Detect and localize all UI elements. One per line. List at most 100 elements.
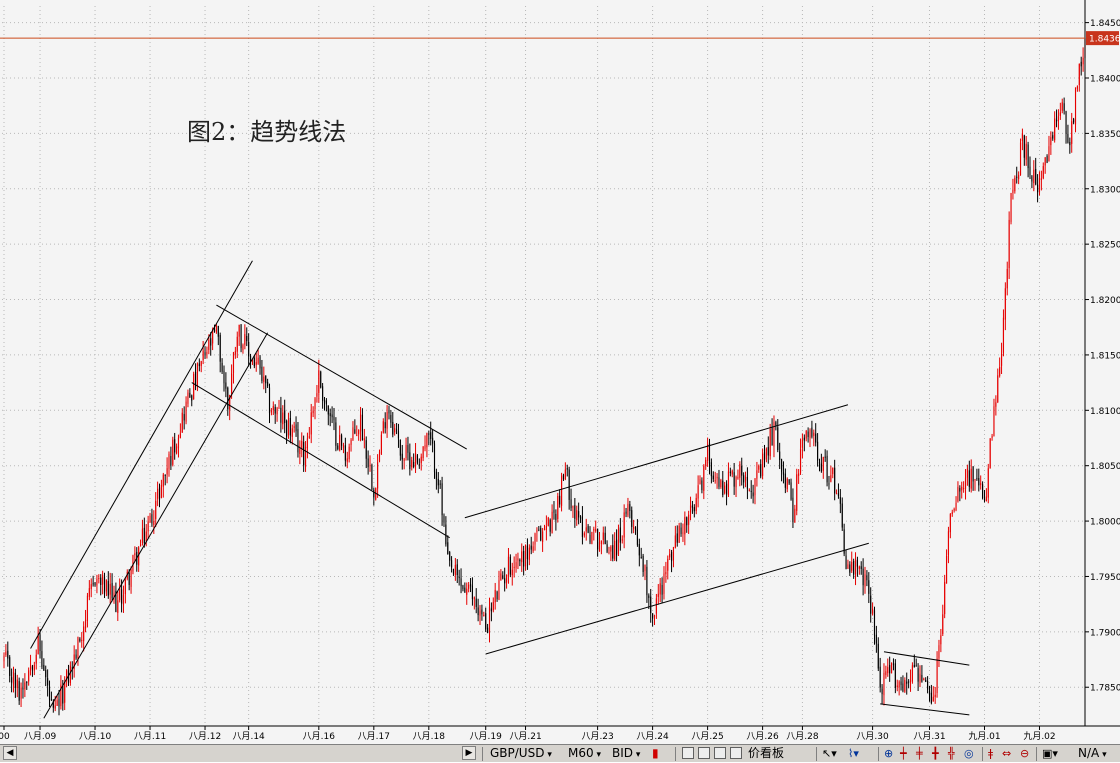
chevron-down-icon: ▾: [593, 750, 602, 760]
candle-body: [291, 428, 293, 437]
candle: [41, 640, 43, 670]
candle-body: [961, 486, 963, 491]
candle: [77, 636, 79, 666]
tool-icon-2[interactable]: ╪: [916, 746, 923, 761]
trendline[interactable]: [191, 382, 450, 539]
candle: [1046, 154, 1048, 164]
tool-icon-8[interactable]: ⊖: [1020, 746, 1029, 761]
candle: [107, 571, 109, 599]
tool-crosshair-icon[interactable]: [698, 747, 710, 759]
tool-icon-7[interactable]: ⇔: [1002, 746, 1011, 761]
candle: [1061, 98, 1063, 114]
trendline[interactable]: [880, 703, 970, 716]
candle: [617, 524, 620, 556]
candle: [162, 472, 164, 498]
candle: [1044, 156, 1046, 174]
tool-line-icon[interactable]: [730, 747, 742, 759]
candle: [322, 383, 324, 409]
candle: [454, 557, 456, 581]
candle-style-icon[interactable]: ▮: [652, 746, 659, 761]
candle: [86, 592, 89, 628]
draw-tool-icon[interactable]: ⌇▾: [848, 746, 859, 761]
status-selector[interactable]: N/A ▾: [1078, 746, 1107, 761]
candle-body: [28, 670, 30, 682]
candle-body: [1008, 219, 1010, 269]
symbol-selector[interactable]: GBP/USD ▾: [490, 746, 552, 761]
candle: [985, 488, 987, 502]
candle: [917, 663, 919, 692]
candle: [221, 358, 223, 375]
candle-body: [606, 544, 608, 552]
candle-body: [669, 553, 671, 558]
timeframe-selector[interactable]: M60 ▾: [568, 746, 601, 761]
candle-body: [267, 382, 269, 387]
candle: [936, 651, 938, 698]
candle: [90, 578, 92, 598]
candle: [1063, 97, 1065, 115]
candle: [665, 561, 667, 583]
price-panel-button[interactable]: 价看板: [748, 746, 784, 761]
candle-body: [158, 487, 161, 500]
tool-grid-icon[interactable]: [714, 747, 726, 759]
candle: [699, 475, 701, 485]
candle-body: [54, 705, 56, 709]
candle: [403, 457, 405, 470]
trendline[interactable]: [883, 651, 970, 666]
candle-body: [536, 530, 538, 532]
tool-icon-5[interactable]: ◎: [964, 746, 974, 761]
candle-body: [858, 566, 860, 569]
candle-body: [293, 426, 295, 428]
tool-icon-3[interactable]: ╋: [932, 746, 939, 761]
candle-body: [782, 472, 785, 475]
candle: [538, 526, 540, 532]
zoom-icon[interactable]: ⊕: [884, 746, 893, 761]
candle-body: [798, 473, 800, 476]
candle-body: [523, 550, 525, 567]
candle-body: [701, 480, 703, 491]
scroll-left-button[interactable]: ◀: [3, 746, 17, 760]
trendline[interactable]: [485, 542, 869, 655]
candle: [898, 680, 900, 696]
candle: [841, 497, 843, 531]
candle: [904, 677, 906, 693]
candle: [84, 609, 87, 633]
candle: [640, 547, 642, 559]
candle: [1052, 131, 1054, 141]
trendline[interactable]: [30, 260, 253, 649]
scroll-right-button[interactable]: ▶: [462, 746, 476, 760]
candle-body: [382, 421, 384, 433]
tool-icon-6[interactable]: ǂ: [988, 746, 993, 761]
candle-body: [1031, 176, 1033, 182]
pointer-tool-icon[interactable]: ↖▾: [822, 746, 837, 761]
candle-body: [551, 511, 553, 534]
chevron-down-icon: ▾: [1099, 750, 1107, 760]
candle: [487, 623, 489, 634]
candle: [703, 464, 705, 500]
candle: [655, 593, 657, 619]
candle: [327, 405, 329, 426]
candle: [310, 403, 312, 444]
price-type-selector[interactable]: BID ▾: [612, 746, 640, 761]
candle-body: [881, 688, 883, 695]
tool-icon-4[interactable]: ╬: [948, 746, 955, 761]
layout-icon[interactable]: ▣▾: [1042, 746, 1058, 761]
candle: [16, 674, 18, 698]
candle: [504, 567, 506, 592]
candle: [997, 368, 999, 404]
candle-body: [1080, 61, 1082, 67]
candle-body: [33, 664, 35, 671]
trendline[interactable]: [464, 404, 849, 519]
candle: [401, 444, 403, 470]
candle: [185, 396, 187, 425]
candle-body: [380, 434, 382, 454]
candle-body: [1057, 116, 1060, 122]
candle: [447, 535, 449, 555]
x-tick-label: 00: [0, 732, 10, 742]
price-chart[interactable]: 1.8450 1.8400 1.8350 1.8300 1.8250 1.8200 1.81…: [0, 0, 1120, 744]
tool-cursor-icon[interactable]: [682, 747, 694, 759]
candle: [1033, 160, 1035, 192]
candle: [553, 501, 555, 520]
tool-icon-1[interactable]: ┿: [900, 746, 907, 761]
candle-body: [697, 485, 699, 499]
trendline[interactable]: [43, 332, 269, 719]
